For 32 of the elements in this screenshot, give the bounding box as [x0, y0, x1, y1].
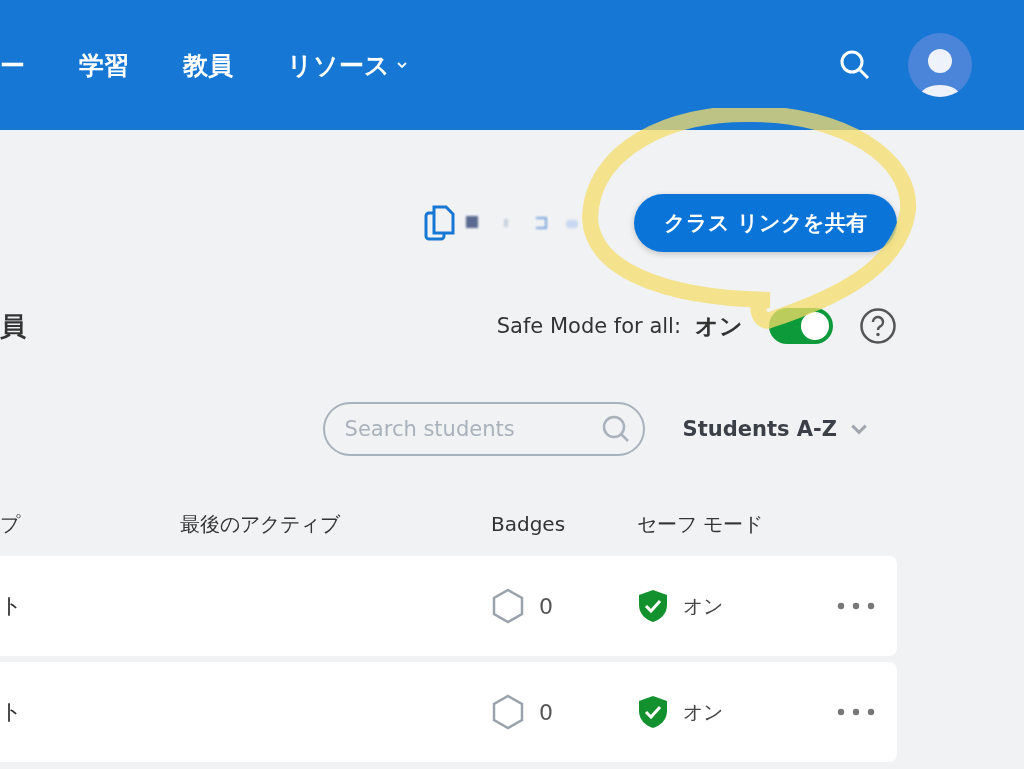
student-name: ト — [0, 592, 23, 620]
sort-dropdown[interactable]: Students A-Z — [682, 417, 869, 441]
more-options-icon[interactable] — [837, 602, 875, 610]
student-name: ト — [0, 698, 23, 726]
badge-count: 0 — [539, 699, 553, 725]
search-icon[interactable] — [838, 48, 872, 82]
safe-mode-label: Safe Mode for all: — [496, 314, 681, 338]
chevron-down-icon — [396, 59, 408, 71]
column-header: セーフ モード — [637, 510, 764, 538]
nav-link[interactable]: 学習 — [79, 48, 129, 82]
hexagon-badge-icon — [491, 588, 525, 624]
badge-count: 0 — [539, 593, 553, 619]
more-options-icon[interactable] — [837, 708, 875, 716]
safe-mode-status: オン — [695, 311, 743, 341]
page-heading: 員 — [0, 309, 27, 343]
column-header: 最後のアクティブ — [180, 510, 340, 538]
hexagon-badge-icon — [491, 694, 525, 730]
nav-link[interactable]: リソース — [287, 48, 408, 82]
nav-link[interactable]: 教員 — [183, 48, 233, 82]
search-field[interactable]: Search students — [322, 402, 645, 456]
search-icon — [600, 414, 631, 444]
share-class-link-button[interactable]: クラス リンクを共有 — [633, 194, 897, 252]
nav-link[interactable]: ー — [0, 48, 25, 82]
help-icon[interactable] — [859, 307, 897, 345]
column-header: Badges — [491, 512, 566, 536]
student-row[interactable]: ト 0 オン — [0, 556, 897, 656]
copy-icon[interactable] — [423, 205, 456, 241]
safe-mode-status: オン — [683, 592, 723, 620]
safe-mode-status: オン — [683, 698, 723, 726]
column-header: プ — [0, 510, 20, 538]
search-input[interactable]: Search students — [342, 416, 601, 442]
student-row[interactable]: ト 0 オン — [0, 662, 897, 762]
